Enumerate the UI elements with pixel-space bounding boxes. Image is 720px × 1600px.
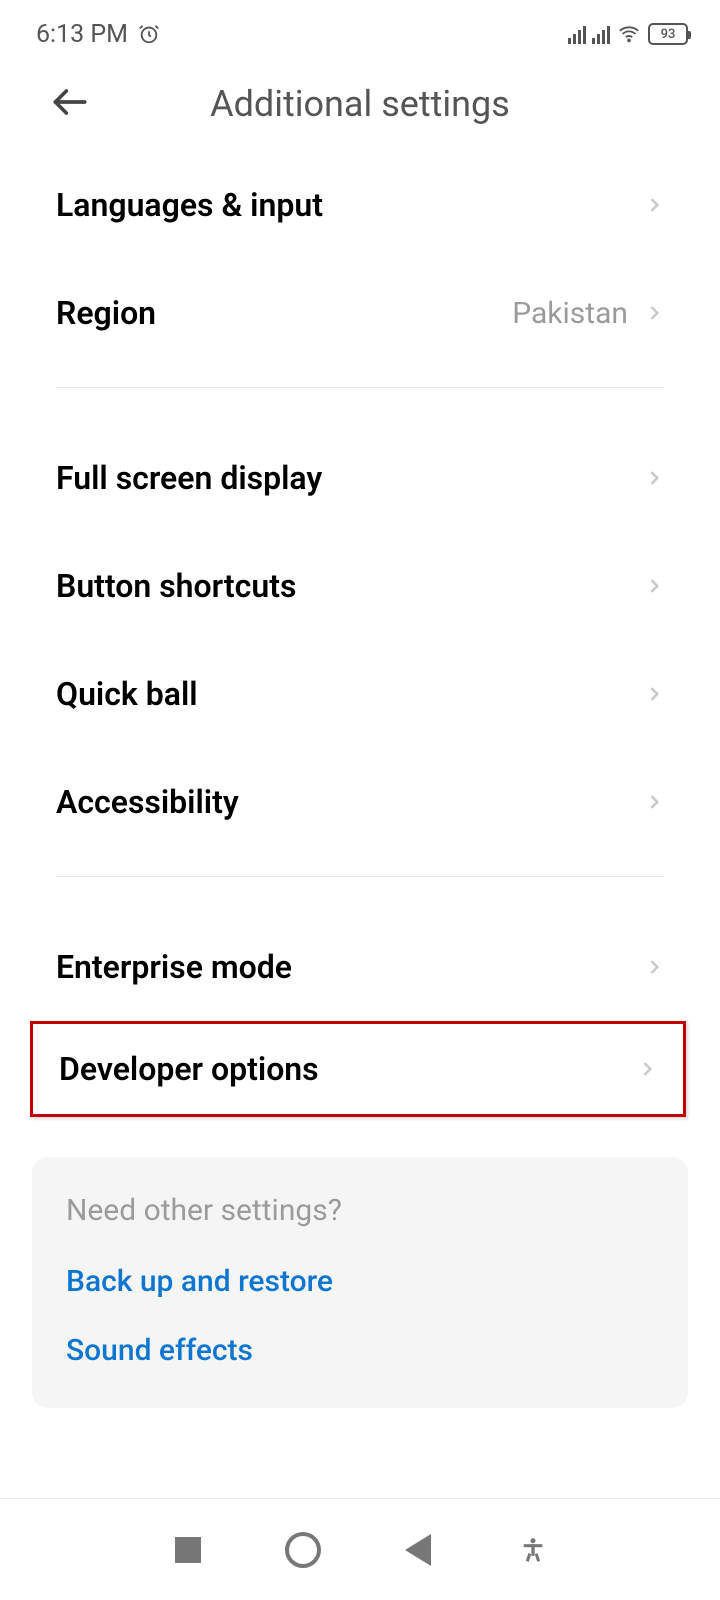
alarm-icon [138, 23, 160, 45]
wifi-icon [616, 23, 642, 45]
settings-item-developer-options[interactable]: Developer options [33, 1024, 683, 1114]
highlight-annotation: Developer options [30, 1021, 686, 1117]
triangle-icon [405, 1534, 431, 1566]
settings-item-region[interactable]: Region Pakistan [0, 259, 720, 367]
square-icon [175, 1537, 201, 1563]
status-time: 6:13 PM [36, 20, 128, 49]
signal-icon [568, 24, 586, 44]
status-bar: 6:13 PM 93 [0, 0, 720, 56]
battery-percent: 93 [661, 27, 676, 42]
divider [56, 876, 664, 877]
nav-back-button[interactable] [388, 1520, 448, 1580]
chevron-right-icon [644, 569, 664, 603]
nav-home-button[interactable] [273, 1520, 333, 1580]
settings-item-enterprise-mode[interactable]: Enterprise mode [0, 913, 720, 1021]
divider [56, 387, 664, 388]
item-label: Quick ball [56, 675, 198, 713]
need-other-settings-card: Need other settings? Back up and restore… [32, 1157, 688, 1408]
item-label: Languages & input [56, 186, 323, 224]
item-label: Full screen display [56, 459, 322, 497]
navigation-bar [0, 1498, 720, 1600]
link-sound-effects[interactable]: Sound effects [66, 1333, 654, 1368]
settings-item-accessibility[interactable]: Accessibility [0, 748, 720, 856]
page-title: Additional settings [20, 83, 700, 125]
chevron-right-icon [637, 1052, 657, 1086]
item-label: Region [56, 294, 156, 332]
item-label: Accessibility [56, 783, 239, 821]
battery-icon: 93 [648, 23, 688, 45]
accessibility-icon [519, 1533, 547, 1567]
back-button[interactable] [48, 80, 92, 128]
item-value: Pakistan [512, 296, 628, 331]
settings-item-languages-input[interactable]: Languages & input [0, 151, 720, 259]
chevron-right-icon [644, 461, 664, 495]
chevron-right-icon [644, 677, 664, 711]
item-label: Enterprise mode [56, 948, 292, 986]
signal-icon [592, 24, 610, 44]
circle-icon [285, 1532, 321, 1568]
chevron-right-icon [644, 188, 664, 222]
nav-accessibility-button[interactable] [503, 1520, 563, 1580]
app-header: Additional settings [0, 56, 720, 151]
chevron-right-icon [644, 785, 664, 819]
status-right: 93 [568, 23, 688, 45]
item-label: Developer options [59, 1050, 319, 1088]
settings-list: Languages & input Region Pakistan Full s… [0, 151, 720, 1408]
settings-item-quick-ball[interactable]: Quick ball [0, 640, 720, 748]
chevron-right-icon [644, 296, 664, 330]
nav-recent-button[interactable] [158, 1520, 218, 1580]
link-back-up-and-restore[interactable]: Back up and restore [66, 1264, 654, 1299]
status-left: 6:13 PM [36, 20, 160, 49]
settings-item-button-shortcuts[interactable]: Button shortcuts [0, 532, 720, 640]
chevron-right-icon [644, 950, 664, 984]
need-card-title: Need other settings? [66, 1193, 654, 1228]
item-label: Button shortcuts [56, 567, 296, 605]
settings-item-full-screen-display[interactable]: Full screen display [0, 424, 720, 532]
